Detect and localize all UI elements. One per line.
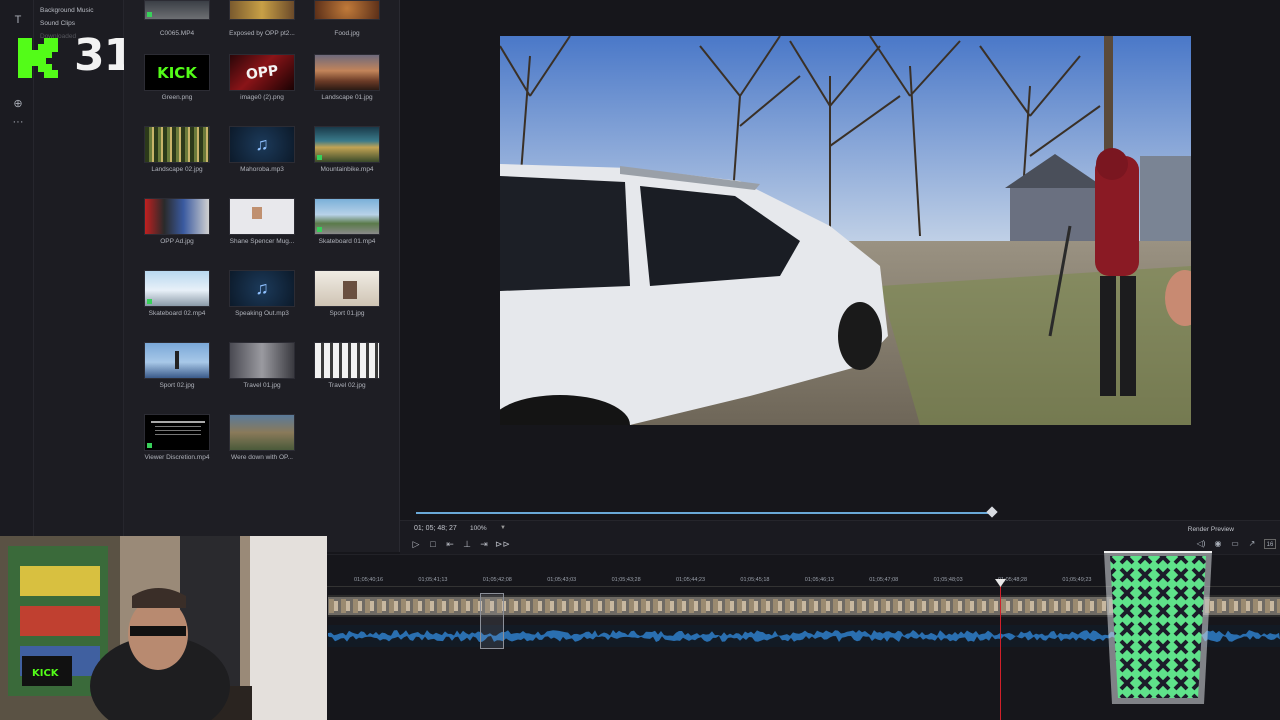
media-item[interactable]: OPP Ad.jpg xyxy=(143,198,211,245)
preview-progress-handle[interactable] xyxy=(986,506,998,518)
preview-progress-bar[interactable] xyxy=(416,512,994,514)
external-preview-icon[interactable]: ↗ xyxy=(1246,539,1258,549)
media-item[interactable]: Shane Spencer Mug... xyxy=(228,198,296,245)
ruler-tick-label: 01;05;46;13 xyxy=(804,577,834,583)
media-item[interactable]: Exposed by OPP pt2... xyxy=(228,0,296,37)
svg-text:KICK: KICK xyxy=(32,668,60,679)
chevron-down-icon[interactable]: ▼ xyxy=(500,525,506,531)
stop-icon[interactable]: □ xyxy=(427,538,439,550)
ruler-tick-label: 01;05;48;03 xyxy=(933,577,963,583)
ruler-tick-label: 01;05;41;13 xyxy=(418,577,448,583)
media-item[interactable]: ♫ Speaking Out.mp3 xyxy=(228,270,296,317)
music-note-icon: ♫ xyxy=(255,278,269,298)
preview-video[interactable] xyxy=(500,36,1191,425)
media-item[interactable]: Mountainbike.mp4 xyxy=(313,126,381,173)
media-item[interactable]: Skateboard 02.mp4 xyxy=(143,270,211,317)
ruler-tick-label: 01;05;45;18 xyxy=(740,577,770,583)
webcam-overlay: KICK xyxy=(0,536,327,720)
candy-cup-overlay xyxy=(1104,551,1212,704)
timeline-playhead[interactable] xyxy=(1000,583,1001,720)
media-item[interactable]: Were down with OP... xyxy=(228,414,296,461)
ruler-tick-label: 01;05;49;23 xyxy=(1062,577,1092,583)
media-item[interactable]: OPP image0 (2).png xyxy=(228,54,296,101)
media-item[interactable]: Travel 02.jpg xyxy=(313,342,381,389)
timecode-display[interactable]: 01; 05; 48; 27 xyxy=(414,525,457,532)
play-icon[interactable]: ▷ xyxy=(410,538,422,550)
text-tool-icon[interactable]: T xyxy=(10,12,26,28)
media-item[interactable]: Skateboard 01.mp4 xyxy=(313,198,381,245)
render-preview-button[interactable]: Render Preview xyxy=(1188,526,1234,533)
kick-logo-icon xyxy=(18,38,58,78)
media-item[interactable]: Landscape 02.jpg xyxy=(143,126,211,173)
media-item[interactable]: Landscape 01.jpg xyxy=(313,54,381,101)
aspect-ratio-icon[interactable]: 16 xyxy=(1264,539,1276,549)
preview-panel xyxy=(400,0,1280,520)
previous-frame-icon[interactable]: ⇤ xyxy=(444,538,456,550)
media-item[interactable]: Viewer Discretion.mp4 xyxy=(143,414,211,461)
media-item[interactable]: Travel 01.jpg xyxy=(228,342,296,389)
music-note-icon: ♫ xyxy=(255,134,269,154)
ruler-tick-label: 01;05;42;08 xyxy=(482,577,512,583)
category-background-music[interactable]: Background Music xyxy=(40,7,93,14)
zoom-select[interactable]: 100% xyxy=(470,525,487,532)
next-frame-icon[interactable]: ⇥ xyxy=(478,538,490,550)
ruler-tick-label: 01;05;40;16 xyxy=(354,577,384,583)
category-sound-clips[interactable]: Sound Clips xyxy=(40,20,75,27)
media-item[interactable]: C0065.MP4 xyxy=(143,0,211,37)
video-editor-window: T ⊕ ··· Background Music Sound Clips Dow… xyxy=(0,0,1280,720)
ruler-tick-label: 01;05;43;03 xyxy=(547,577,577,583)
ruler-tick-label: 01;05;44;23 xyxy=(676,577,706,583)
more-tools-icon[interactable]: ··· xyxy=(10,114,26,130)
media-item[interactable]: Food.jpg xyxy=(313,0,381,37)
template-tool-icon[interactable]: ⊕ xyxy=(10,96,26,112)
ruler-tick-label: 01;05;43;28 xyxy=(611,577,641,583)
media-item[interactable]: ♫ Mahoroba.mp3 xyxy=(228,126,296,173)
fast-forward-icon[interactable]: ⊳⊳ xyxy=(495,538,510,550)
media-item[interactable]: KICK Green.png xyxy=(143,54,211,101)
selected-clip[interactable] xyxy=(480,593,504,649)
monitor-icon[interactable]: ▭ xyxy=(1229,539,1241,549)
media-item[interactable]: Sport 02.jpg xyxy=(143,342,211,389)
split-icon[interactable]: ⊥ xyxy=(461,538,473,550)
media-item[interactable]: Sport 01.jpg xyxy=(313,270,381,317)
media-library: C0065.MP4 Exposed by OPP pt2... Food.jpg… xyxy=(124,0,400,552)
ruler-tick-label: 01;05;47;08 xyxy=(869,577,899,583)
